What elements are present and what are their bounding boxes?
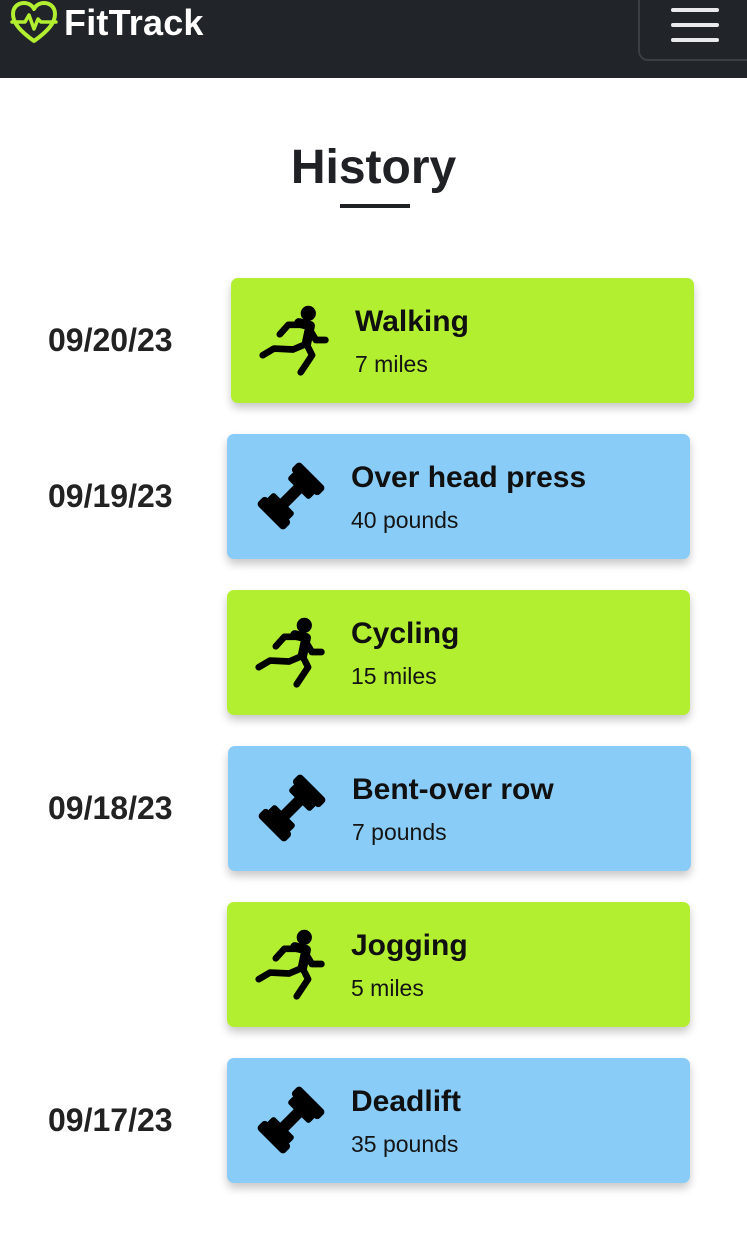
history-date: 09/17/23 [48, 1102, 173, 1138]
activity-card[interactable]: Walking 7 miles [231, 278, 694, 403]
activity-amount: 7 pounds [352, 819, 447, 845]
heart-pulse-icon [10, 1, 58, 45]
activity-card[interactable]: Deadlift 35 pounds [227, 1058, 690, 1183]
activity-amount: 7 miles [355, 351, 428, 377]
activity-amount: 40 pounds [351, 507, 459, 533]
activity-name: Jogging [351, 929, 468, 962]
running-person-icon [257, 302, 333, 378]
running-person-icon [253, 926, 329, 1002]
activity-card[interactable]: Bent-over row 7 pounds [228, 746, 691, 871]
activity-name: Bent-over row [352, 773, 554, 806]
activity-name: Walking [355, 305, 469, 338]
hamburger-menu-icon [671, 8, 719, 53]
running-person-icon [253, 614, 329, 690]
navbar: FitTrack [0, 0, 747, 78]
dumbbell-icon [253, 1082, 329, 1158]
activity-card[interactable]: Over head press 40 pounds [227, 434, 690, 559]
title-underline [340, 204, 410, 208]
brand-name: FitTrack [64, 2, 204, 43]
brand-link[interactable]: FitTrack [10, 0, 204, 46]
activity-amount: 15 miles [351, 663, 437, 689]
page-title: History [290, 141, 457, 194]
activity-amount: 35 pounds [351, 1131, 459, 1157]
history-date: 09/18/23 [48, 790, 173, 826]
activity-card[interactable]: Jogging 5 miles [227, 902, 690, 1027]
activity-name: Cycling [351, 617, 460, 650]
activity-amount: 5 miles [351, 975, 424, 1001]
dumbbell-icon [253, 458, 329, 534]
activity-name: Deadlift [351, 1085, 462, 1118]
activity-card[interactable]: Cycling 15 miles [227, 590, 690, 715]
dumbbell-icon [254, 770, 330, 846]
history-date: 09/19/23 [48, 478, 173, 514]
activity-name: Over head press [351, 461, 587, 494]
history-date: 09/20/23 [48, 322, 173, 358]
menu-toggle-button[interactable] [638, 0, 747, 61]
